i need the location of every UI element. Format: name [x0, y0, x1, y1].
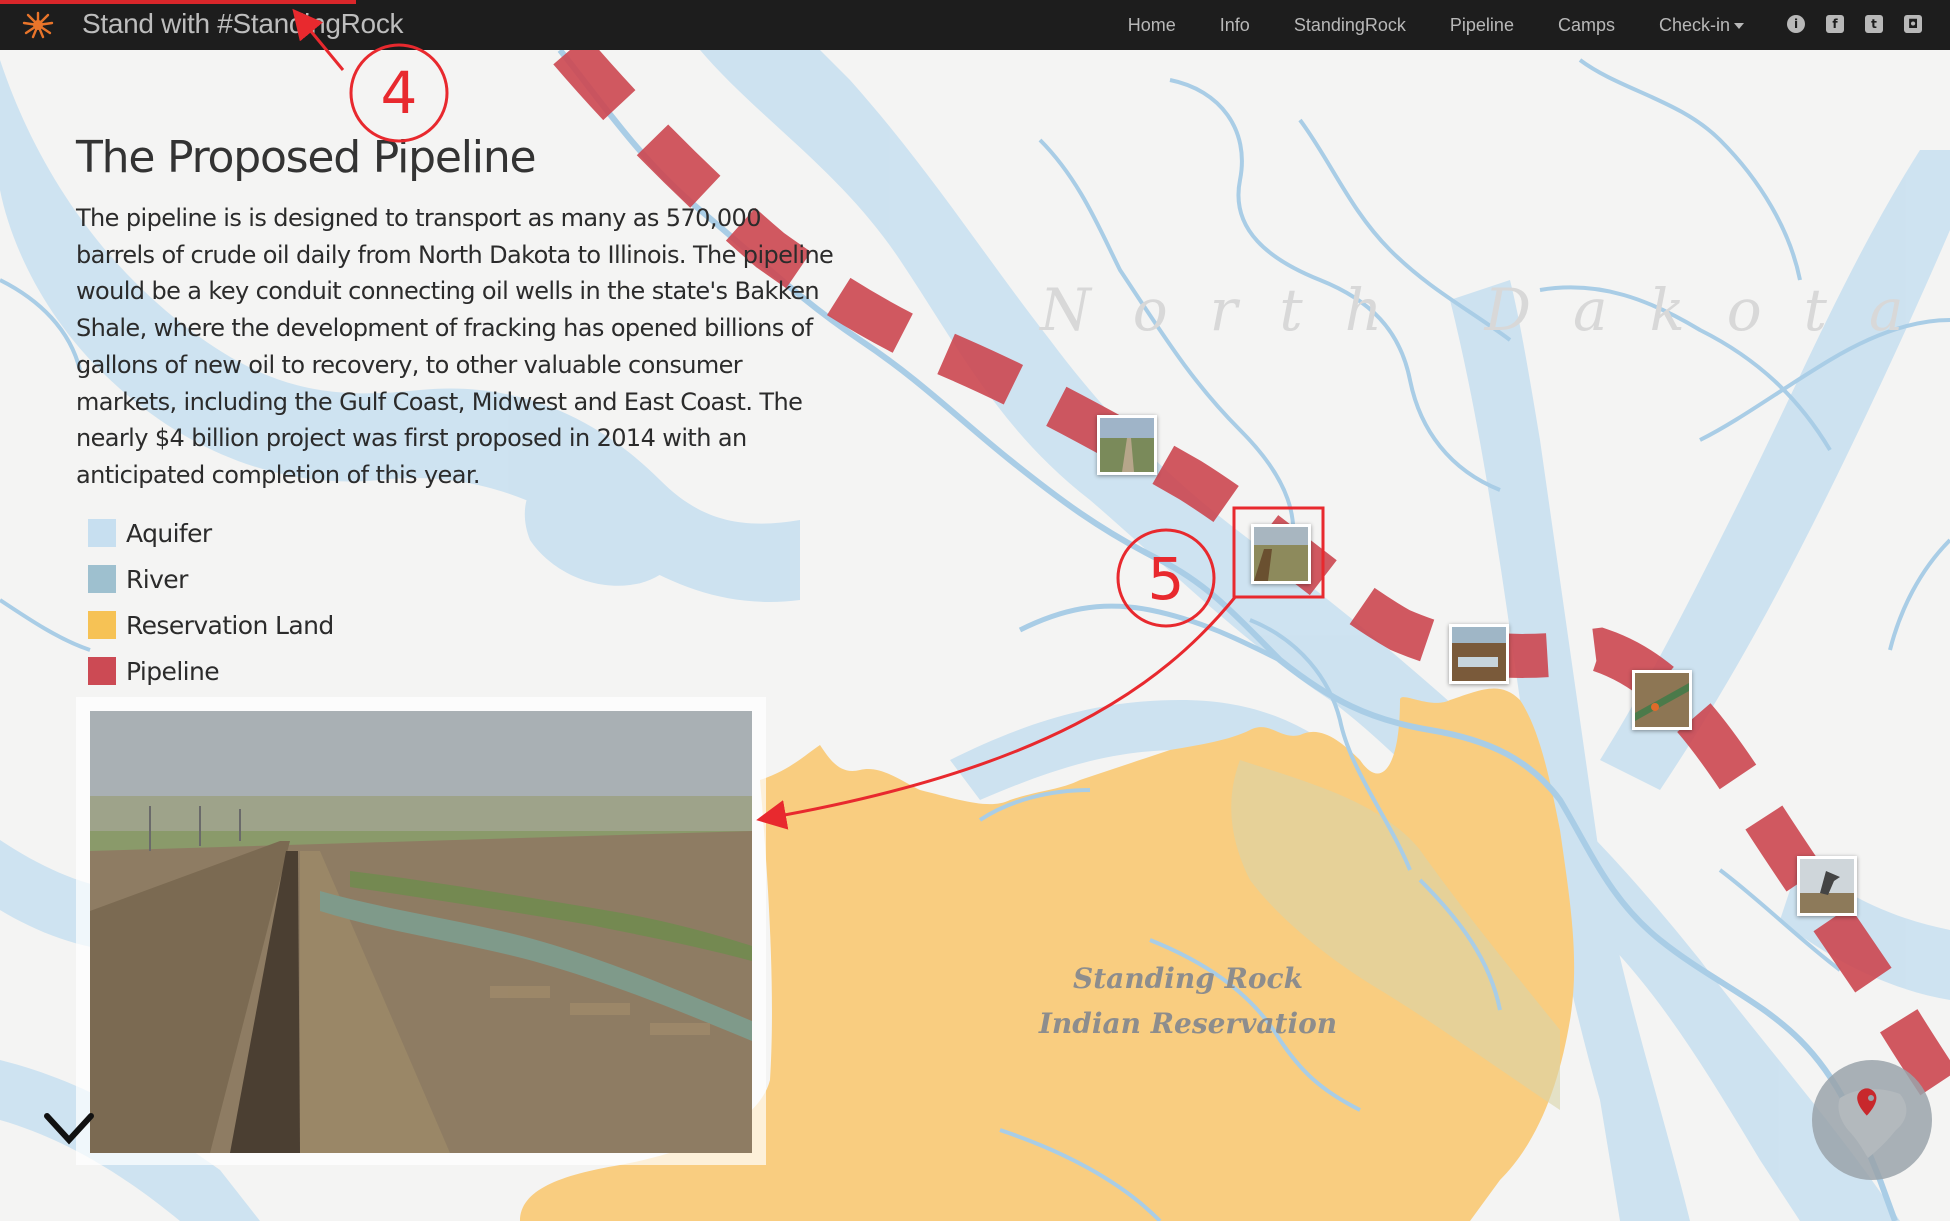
pipeline-swatch — [88, 657, 116, 685]
section-title: The Proposed Pipeline — [76, 132, 537, 183]
river-swatch — [88, 565, 116, 593]
state-label: North Dakota — [1038, 276, 1946, 344]
nav-link-standingrock[interactable]: StandingRock — [1294, 15, 1406, 36]
instagram-icon[interactable]: ◘ — [1904, 15, 1922, 33]
reservation-label-line2: Indian Reservation — [1038, 1007, 1337, 1040]
twitter-icon[interactable]: t — [1865, 15, 1883, 33]
section-description: The pipeline is is designed to transport… — [76, 204, 834, 489]
nav-link-home[interactable]: Home — [1128, 15, 1176, 36]
scroll-progress-bar — [0, 0, 356, 4]
checkin-label: Check-in — [1658, 14, 1730, 35]
map-photo-marker[interactable] — [1797, 856, 1857, 916]
reservation-label-line1: Standing Rock — [1073, 962, 1303, 995]
nav-link-info[interactable]: Info — [1220, 15, 1250, 36]
legend-label: Pipeline — [126, 656, 220, 686]
sun-logo-icon[interactable] — [22, 11, 54, 39]
chevron-down-icon[interactable] — [43, 1110, 95, 1146]
legend-item-reservation: Reservation Land — [88, 602, 334, 648]
map-photo-marker[interactable] — [1449, 624, 1509, 684]
legend-label: River — [126, 564, 188, 594]
nav-link-checkin-dropdown[interactable]: Check-in — [1659, 15, 1744, 36]
nav-menu: Home Info StandingRock Pipeline Camps Ch… — [1084, 0, 1744, 50]
legend-label: Aquifer — [126, 518, 212, 548]
info-icon[interactable]: i — [1787, 15, 1805, 33]
aquifer-swatch — [88, 519, 116, 547]
caret-down-icon — [1734, 22, 1744, 29]
legend-item-aquifer: Aquifer — [88, 510, 334, 556]
map-photo-marker[interactable] — [1632, 670, 1692, 730]
nav-link-camps[interactable]: Camps — [1558, 15, 1615, 36]
legend-label: Reservation Land — [126, 610, 334, 640]
reservation-swatch — [88, 611, 116, 639]
facebook-icon[interactable]: f — [1826, 15, 1844, 33]
legend-item-pipeline: Pipeline — [88, 648, 334, 694]
pipeline-trench-photo[interactable] — [90, 711, 752, 1153]
featured-photo-frame — [76, 697, 766, 1165]
globe-locator-icon[interactable] — [1810, 1058, 1934, 1182]
nav-link-pipeline[interactable]: Pipeline — [1450, 15, 1514, 36]
map-photo-marker[interactable] — [1097, 415, 1157, 475]
legend-item-river: River — [88, 556, 334, 602]
social-icons: i f t ◘ — [1766, 15, 1922, 33]
map-photo-marker-selected[interactable] — [1251, 524, 1311, 584]
site-title[interactable]: Stand with #StandingRock — [82, 8, 404, 40]
navbar: Stand with #StandingRock Home Info Stand… — [0, 0, 1950, 50]
map-legend: Aquifer River Reservation Land Pipeline — [88, 510, 334, 694]
